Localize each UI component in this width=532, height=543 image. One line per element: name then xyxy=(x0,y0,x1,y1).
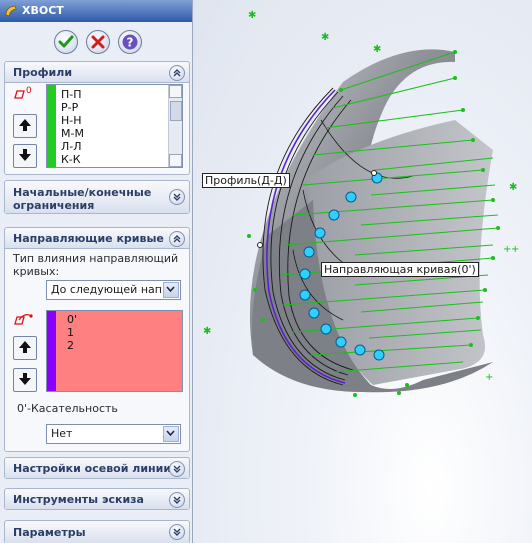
chevron-up-icon[interactable] xyxy=(169,65,185,81)
sketch-tools-header[interactable]: Инструменты эскиза xyxy=(5,489,189,509)
profiles-list[interactable]: П-П Р-Р Н-Н М-М Л-Л К-К xyxy=(46,84,183,168)
arrow-down-icon xyxy=(19,373,31,385)
svg-text:?: ? xyxy=(127,36,134,50)
question-icon: ? xyxy=(122,34,138,50)
move-down-button[interactable] xyxy=(13,144,37,168)
svg-text:✱: ✱ xyxy=(203,326,211,337)
options-header[interactable]: Параметры xyxy=(5,521,189,543)
list-item[interactable]: 0' xyxy=(67,313,77,326)
list-item[interactable]: 2 xyxy=(67,339,74,352)
guides-list[interactable]: 0' 1 2 xyxy=(46,310,183,392)
centerline-header[interactable]: Настройки осевой линии xyxy=(5,458,189,478)
svg-text:✱: ✱ xyxy=(248,10,256,21)
profiles-title: Профили xyxy=(13,66,73,79)
scroll-up-icon[interactable] xyxy=(169,85,182,98)
help-button[interactable]: ? xyxy=(118,30,142,54)
profiles-header[interactable]: Профили xyxy=(5,62,189,83)
list-item[interactable]: М-М xyxy=(61,127,84,140)
svg-text:+: + xyxy=(511,244,519,255)
guides-title: Направляющие кривые xyxy=(13,232,164,245)
start-end-header[interactable]: Начальные/конечные ограничения xyxy=(5,181,189,213)
guides-color-bar xyxy=(47,311,56,391)
feature-titlebar: ХВОСТ xyxy=(0,0,192,22)
options-group: Параметры xyxy=(4,520,190,543)
centerline-group: Настройки осевой линии xyxy=(4,457,190,479)
arrow-up-icon xyxy=(19,341,31,353)
chevron-down-icon[interactable] xyxy=(169,461,185,477)
arrow-down-icon xyxy=(19,149,31,161)
svg-text:✱: ✱ xyxy=(509,182,517,193)
tangency-value: Нет xyxy=(51,427,73,440)
cancel-button[interactable] xyxy=(86,30,110,54)
guide-type-label-line2: кривых: xyxy=(13,265,60,278)
chevron-down-icon[interactable] xyxy=(163,282,179,298)
guide-curve-callout: Направляющая кривая(0') xyxy=(321,262,479,277)
tangency-select[interactable]: Нет xyxy=(46,424,181,444)
chevron-down-icon[interactable] xyxy=(163,426,179,442)
guides-group: Направляющие кривые Тип влияния направля… xyxy=(4,227,190,452)
guide-type-select[interactable]: До следующей напра xyxy=(46,280,181,300)
guide-type-label: Тип влияния направляющий xyxy=(13,252,179,265)
arrow-up-icon xyxy=(19,119,31,131)
move-up-button[interactable] xyxy=(13,114,37,138)
list-item[interactable]: Р-Р xyxy=(61,101,78,114)
chevron-up-icon[interactable] xyxy=(169,231,185,247)
move-up-button[interactable] xyxy=(13,336,37,360)
profile-selection-icon: 0 xyxy=(14,86,32,99)
list-item[interactable]: П-П xyxy=(61,88,82,101)
move-down-button[interactable] xyxy=(13,368,37,392)
list-item[interactable]: Л-Л xyxy=(61,140,82,153)
centerline-title: Настройки осевой линии xyxy=(13,462,172,475)
sketch-tools-title: Инструменты эскиза xyxy=(13,493,144,506)
guides-header[interactable]: Направляющие кривые xyxy=(5,228,189,249)
scroll-down-icon[interactable] xyxy=(169,154,182,167)
scroll-thumb[interactable] xyxy=(170,101,182,121)
start-end-title-line2: ограничения xyxy=(13,199,95,212)
profiles-group: Профили 0 П-П Р-Р Н-Н М-М Л-Л К-К xyxy=(4,61,190,175)
tangency-label: 0'-Касательность xyxy=(17,402,118,415)
svg-text:0: 0 xyxy=(26,86,32,96)
svg-text:+: + xyxy=(485,372,493,383)
start-end-group: Начальные/конечные ограничения xyxy=(4,180,190,214)
check-icon xyxy=(58,35,74,48)
list-item[interactable]: 1 xyxy=(67,326,74,339)
list-item[interactable]: К-К xyxy=(61,153,81,166)
chevron-down-icon[interactable] xyxy=(169,524,185,540)
graphics-area[interactable]: ✱ ✱ ✱ ✱ ✱ + + + Профиль(Д-Д) Направляющая кри… xyxy=(193,0,532,543)
sketch-tools-group: Инструменты эскиза xyxy=(4,488,190,510)
guide-type-value: До следующей напра xyxy=(51,283,161,296)
profile-callout: Профиль(Д-Д) xyxy=(202,173,290,188)
guide-curve-selection-icon xyxy=(14,314,33,325)
feature-title: ХВОСТ xyxy=(22,4,64,17)
cross-icon xyxy=(91,35,105,49)
options-title: Параметры xyxy=(13,526,86,539)
start-end-title: Начальные/конечные xyxy=(13,186,152,199)
ok-button[interactable] xyxy=(54,30,78,54)
list-item[interactable]: Н-Н xyxy=(61,114,82,127)
svg-text:✱: ✱ xyxy=(373,44,381,55)
property-manager: ХВОСТ ? Профили 0 П-П Р-Р Н-Н М-М Л-Л К-… xyxy=(0,0,193,543)
chevron-down-icon[interactable] xyxy=(169,189,185,205)
chevron-down-icon[interactable] xyxy=(169,492,185,508)
svg-text:✱: ✱ xyxy=(321,32,329,43)
profiles-scrollbar[interactable] xyxy=(168,85,182,167)
profiles-color-bar xyxy=(47,85,56,167)
sweep-feature-icon xyxy=(5,5,17,17)
